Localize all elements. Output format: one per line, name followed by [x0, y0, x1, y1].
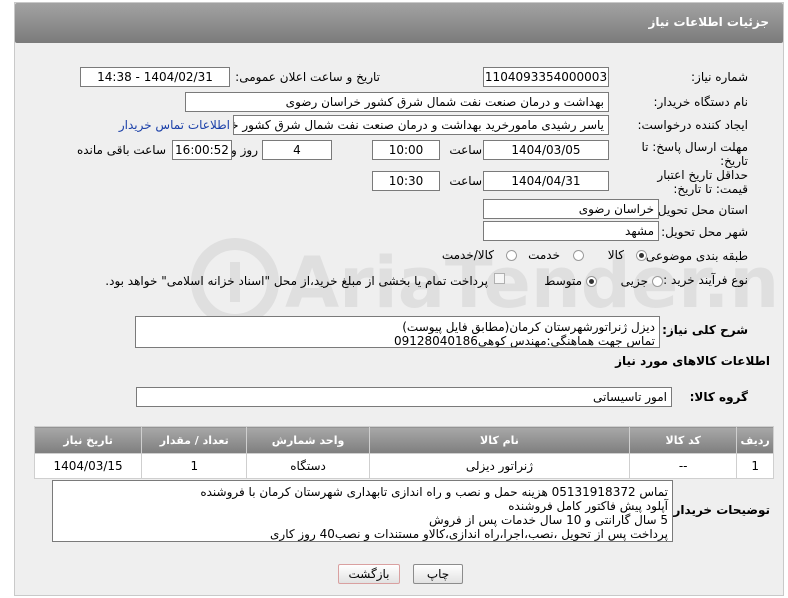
cell-item-code: -- — [629, 453, 738, 479]
cell-item-name: ژنراتور دیزلی — [368, 453, 631, 479]
process-option-medium: متوسط — [544, 274, 582, 288]
category-radio-service[interactable] — [573, 250, 584, 261]
category-option-goods: کالا — [607, 248, 624, 262]
deadline-date-field: 1404/03/05 — [483, 140, 609, 160]
buyer-contact-link[interactable]: اطلاعات تماس خریدار — [119, 118, 230, 132]
city-label: شهر محل تحویل: — [661, 225, 748, 239]
category-radio-goods-service[interactable] — [506, 250, 517, 261]
goods-group-field: امور تاسیساتی — [136, 387, 672, 407]
goods-group-label: گروه کالا: — [689, 390, 748, 404]
province-label: استان محل تحویل: — [653, 203, 748, 217]
table-row: 1 -- ژنراتور دیزلی دستگاه 1 1404/03/15 — [33, 453, 774, 479]
validity-time-label: ساعت — [449, 174, 482, 188]
category-radio-goods[interactable] — [636, 250, 647, 261]
items-table-header: ردیف کد کالا نام کالا واحد شمارش تعداد /… — [33, 426, 774, 454]
remaining-label: ساعت باقی مانده — [76, 143, 166, 157]
description-line-1: دیزل ژنراتورشهرستان کرمان(مطابق فایل پیو… — [402, 320, 655, 334]
category-option-goods-service: کالا/خدمت — [441, 248, 494, 262]
validity-label: حداقل تاریخ اعتبار قیمت: تا تاریخ: — [657, 168, 748, 196]
validity-date-field: 1404/04/31 — [483, 171, 609, 191]
description-line-2: تماس جهت هماهنگی:مهندس کوهی09128040186 — [393, 334, 655, 348]
buyer-notes-line-3: 5 سال گارانتی و 10 سال خدمات پس از فروش — [428, 513, 668, 527]
cell-row-number: 1 — [736, 453, 774, 479]
deadline-time-field: 10:00 — [372, 140, 440, 160]
process-radio-medium[interactable] — [586, 276, 597, 287]
header-need-date: تاریخ نیاز — [33, 426, 143, 454]
buyer-notes-textarea[interactable]: تماس 05131918372 هزینه حمل و نصب و راه ا… — [52, 480, 673, 542]
header-item-name: نام کالا — [368, 426, 631, 454]
header-item-code: کد کالا — [629, 426, 738, 454]
back-button[interactable]: بازگشت — [338, 564, 400, 584]
cell-quantity: 1 — [141, 453, 248, 479]
page-header: جزئیات اطلاعات نیاز — [15, 3, 783, 43]
deadline-label: مهلت ارسال پاسخ: تا تاریخ: — [641, 140, 748, 168]
creator-field: یاسر رشیدی مامورخرید بهداشت و درمان صنعت… — [233, 115, 609, 135]
payment-note: پرداخت تمام یا بخشی از مبلغ خرید،از محل … — [105, 274, 488, 288]
description-label: شرح کلی نیاز: — [662, 323, 748, 337]
need-number-field: 1104093354000003 — [483, 67, 609, 87]
process-radio-minor[interactable] — [652, 276, 663, 287]
header-row-number: ردیف — [736, 426, 774, 454]
buyer-notes-line-2: آپلود پیش فاکتور کامل فروشنده — [508, 499, 668, 513]
need-number-label: شماره نیاز: — [691, 70, 748, 84]
announce-label: تاریخ و ساعت اعلان عمومی: — [235, 70, 380, 84]
header-quantity: تعداد / مقدار — [141, 426, 248, 454]
deadline-time-label: ساعت — [449, 143, 482, 157]
buyer-notes-line-1: تماس 05131918372 هزینه حمل و نصب و راه ا… — [200, 485, 668, 499]
days-label: روز و — [231, 143, 258, 157]
buyer-org-label: نام دستگاه خریدار: — [653, 95, 749, 109]
announce-field: 1404/02/31 - 14:38 — [80, 67, 230, 87]
days-field: 4 — [262, 140, 332, 160]
cell-need-date: 1404/03/15 — [33, 453, 143, 479]
goods-info-title: اطلاعات کالاهای مورد نیاز — [615, 354, 770, 368]
print-button[interactable]: چاپ — [413, 564, 463, 584]
validity-time-field: 10:30 — [372, 171, 440, 191]
description-textarea[interactable]: دیزل ژنراتورشهرستان کرمان(مطابق فایل پیو… — [135, 316, 660, 348]
items-table: ردیف کد کالا نام کالا واحد شمارش تعداد /… — [33, 426, 774, 479]
header-unit: واحد شمارش — [246, 426, 370, 454]
process-option-minor: جزیی — [620, 274, 648, 288]
process-label: نوع فرآیند خرید : — [663, 273, 748, 287]
province-field: خراسان رضوی — [483, 199, 659, 219]
treasury-payment-checkbox[interactable] — [494, 273, 505, 284]
buyer-notes-line-4: پرداخت پس از تحویل ،نصب،اجرا،راه اندازی،… — [270, 527, 668, 541]
remaining-time-field: 16:00:52 — [172, 140, 232, 160]
city-field: مشهد — [483, 221, 659, 241]
buyer-notes-label: توضیحات خریدار: — [668, 503, 770, 517]
category-option-service: خدمت — [528, 248, 560, 262]
creator-label: ایجاد کننده درخواست: — [637, 118, 748, 132]
category-label: طبقه بندی موضوعی: — [641, 249, 748, 263]
buyer-org-field: بهداشت و درمان صنعت نفت شمال شرق کشور خر… — [185, 92, 609, 112]
page-title: جزئیات اطلاعات نیاز — [648, 15, 769, 29]
cell-unit: دستگاه — [246, 453, 370, 479]
